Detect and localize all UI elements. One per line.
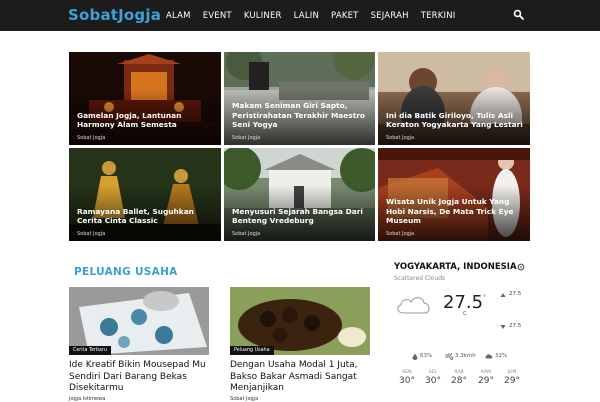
featured-tile-makam[interactable]: Makam Seniman Giri Sapto, Peristirahatan… [224,52,375,145]
article-image-bakso[interactable]: Peluang Usaha [230,287,370,355]
forecast-day: JUM [507,370,517,375]
forecast-day: KAM [480,370,492,375]
weather-wind: 3.3kmh [455,353,476,359]
cloud-icon [397,297,430,314]
featured-tile-ramayana[interactable]: Ramayana Ballet, Suguhkan Cerita Cinta C… [69,148,221,241]
article-author[interactable]: Sobat Jogja [230,396,258,402]
tile-author[interactable]: Sobat Jogja [386,135,414,141]
nav-item-lalin[interactable]: LALIN [294,11,319,21]
weather-low: 27.5 [509,323,522,329]
forecast-day: SEL [428,370,438,375]
nav-item-sejarah[interactable]: SEJARAH [371,11,409,21]
search-icon[interactable] [513,9,525,21]
article-category[interactable]: Peluang Usaha [230,346,274,355]
wind-icon [445,353,453,360]
tile-author[interactable]: Sobat Jogja [232,135,260,141]
forecast-day: SEN [402,370,412,375]
weather-humidity: 63% [420,353,433,359]
forecast-temp: 28° [451,376,467,386]
tile-title[interactable]: Ramayana Ballet, Suguhkan Cerita Cinta C… [77,207,215,226]
article-author[interactable]: Jogja Istimewa [69,396,105,402]
weather-temperature: 27.5 [443,292,484,313]
section-header: PELUANG USAHA [69,262,374,284]
nav-item-paket[interactable]: PAKET [331,11,359,21]
forecast-temp: 29° [504,376,520,386]
featured-tile-vredeburg[interactable]: Menyusuri Sejarah Bangsa Dari Benteng Vr… [224,148,375,241]
nav-item-terkini[interactable]: TERKINI [421,11,456,21]
tile-author[interactable]: Sobat Jogja [232,231,260,237]
tile-title[interactable]: Ini dia Batik Giriloyo, Tulis Asli Kerat… [386,111,524,130]
humidity-icon [412,353,418,360]
article-title[interactable]: Dengan Usaha Modal 1 Juta, Bakso Bakar A… [230,360,380,395]
temp-low-icon [500,325,506,329]
article-title[interactable]: Ide Kreatif Bikin Mousepad Mu Sendiri Da… [69,360,219,395]
tile-title[interactable]: Makam Seniman Giri Sapto, Peristirahatan… [232,101,369,130]
nav-item-alam[interactable]: ALAM [166,11,191,21]
weather-high: 27.5 [509,291,522,297]
tile-author[interactable]: Sobat Jogja [77,231,105,237]
section-title[interactable]: PELUANG USAHA [74,266,178,278]
weather-clouds: 32% [495,353,508,359]
weather-unit: C [463,311,467,317]
article-image-mousepad[interactable]: Cerita Terbaru [69,287,209,355]
temp-high-icon [500,293,506,297]
nav-item-event[interactable]: EVENT [203,11,232,21]
bakso-photo [230,287,370,355]
forecast-temp: 29° [478,376,494,386]
weather-condition: Scattered Clouds [394,275,446,282]
forecast-temp: 30° [425,376,441,386]
forecast-day: RAB [454,370,464,375]
weather-degree: ° [483,294,486,301]
featured-tile-batik[interactable]: Ini dia Batik Giriloyo, Tulis Asli Kerat… [378,52,530,145]
forecast-temp: 30° [399,376,415,386]
mousepad-photo [69,287,209,355]
featured-tile-demata[interactable]: Wisata Unik Jogja Untuk Yang Hobi Narsis… [378,148,530,241]
top-navbar: SobatJogja ALAM EVENT KULINER LALIN PAKE… [0,0,600,31]
tile-author[interactable]: Sobat Jogja [386,231,414,237]
tile-title[interactable]: Menyusuri Sejarah Bangsa Dari Benteng Vr… [232,207,369,226]
site-logo[interactable]: SobatJogja [68,6,161,24]
tile-author[interactable]: Sobat Jogja [77,135,105,141]
featured-tile-gamelan[interactable]: Gamelan Jogja, Lantunan Harmony Alam Sem… [69,52,221,145]
tile-title[interactable]: Wisata Unik Jogja Untuk Yang Hobi Narsis… [386,197,524,226]
nav-item-kuliner[interactable]: KULINER [244,11,282,21]
weather-location: YOGYAKARTA, INDONESIA [394,262,517,272]
article-category[interactable]: Cerita Terbaru [69,346,111,355]
main-nav: ALAM EVENT KULINER LALIN PAKET SEJARAH T… [166,0,468,31]
location-marker-icon[interactable] [517,263,525,272]
tile-title[interactable]: Gamelan Jogja, Lantunan Harmony Alam Sem… [77,111,215,130]
clouds-icon [485,354,493,359]
